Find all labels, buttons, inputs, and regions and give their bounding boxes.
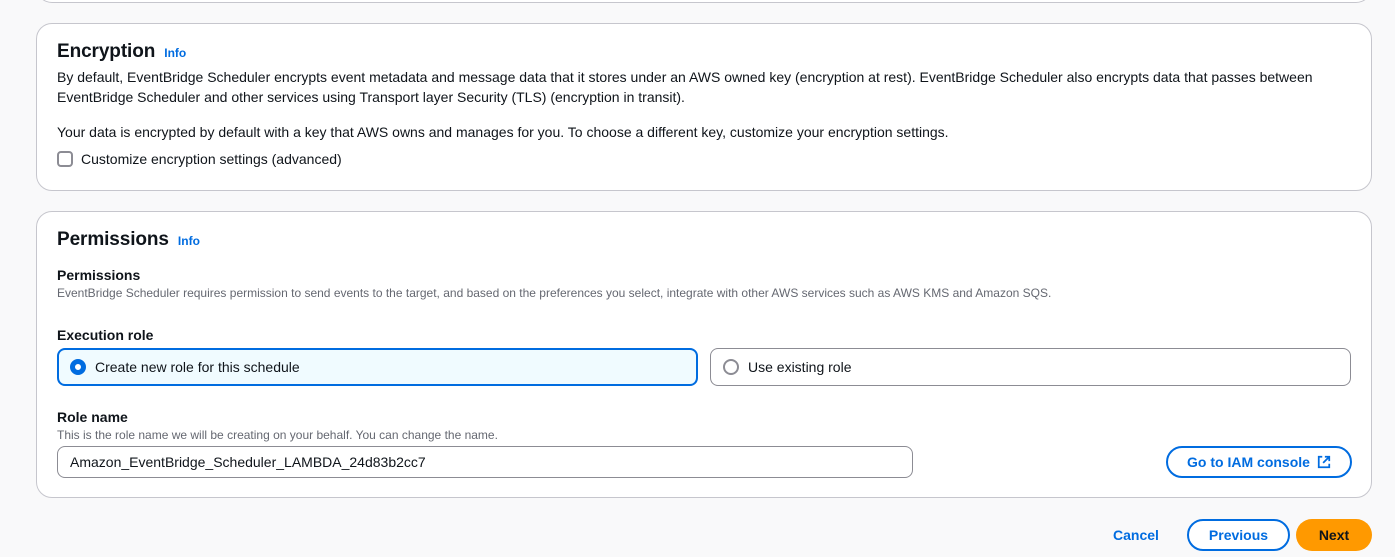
permissions-info-link[interactable]: Info xyxy=(178,234,200,248)
role-name-description: This is the role name we will be creatin… xyxy=(57,428,498,442)
radio-use-existing-role-label[interactable]: Use existing role xyxy=(748,359,852,375)
permissions-header: Permissions Info xyxy=(57,229,200,251)
previous-button[interactable]: Previous xyxy=(1187,519,1290,551)
encryption-description: By default, EventBridge Scheduler encryp… xyxy=(57,69,1313,105)
encryption-title: Encryption xyxy=(57,41,156,62)
previous-section-card xyxy=(36,0,1372,3)
permissions-section-label: Permissions xyxy=(57,267,141,283)
next-button[interactable]: Next xyxy=(1296,519,1372,551)
radio-use-existing-role[interactable]: Use existing role xyxy=(710,348,1351,386)
customize-encryption-checkbox-row[interactable]: Customize encryption settings (advanced) xyxy=(57,151,342,167)
go-to-iam-console-button[interactable]: Go to IAM console xyxy=(1166,446,1352,478)
encryption-header: Encryption Info xyxy=(57,41,186,63)
permissions-card: Permissions Info Permissions EventBridge… xyxy=(36,211,1372,498)
radio-create-new-role-label[interactable]: Create new role for this schedule xyxy=(95,359,300,375)
execution-role-label: Execution role xyxy=(57,327,154,343)
role-name-input[interactable] xyxy=(57,446,913,478)
encryption-card: Encryption Info By default, EventBridge … xyxy=(36,23,1372,191)
permissions-section-description: EventBridge Scheduler requires permissio… xyxy=(57,286,1052,300)
radio-create-new-role[interactable]: Create new role for this schedule xyxy=(57,348,698,386)
encryption-info-link[interactable]: Info xyxy=(164,46,186,60)
cancel-button[interactable]: Cancel xyxy=(1098,519,1174,551)
external-link-icon xyxy=(1317,455,1331,469)
schedule-settings-page: Encryption Info By default, EventBridge … xyxy=(0,0,1395,557)
role-name-label: Role name xyxy=(57,409,128,425)
iam-console-button-label[interactable]: Go to IAM console xyxy=(1187,454,1310,470)
radio-selected-indicator[interactable] xyxy=(70,359,86,375)
encryption-default-key-text: Your data is encrypted by default with a… xyxy=(57,124,949,140)
permissions-title: Permissions xyxy=(57,229,169,250)
customize-encryption-checkbox[interactable] xyxy=(57,151,73,167)
customize-encryption-label[interactable]: Customize encryption settings (advanced) xyxy=(81,151,342,167)
radio-unselected-indicator[interactable] xyxy=(723,359,739,375)
